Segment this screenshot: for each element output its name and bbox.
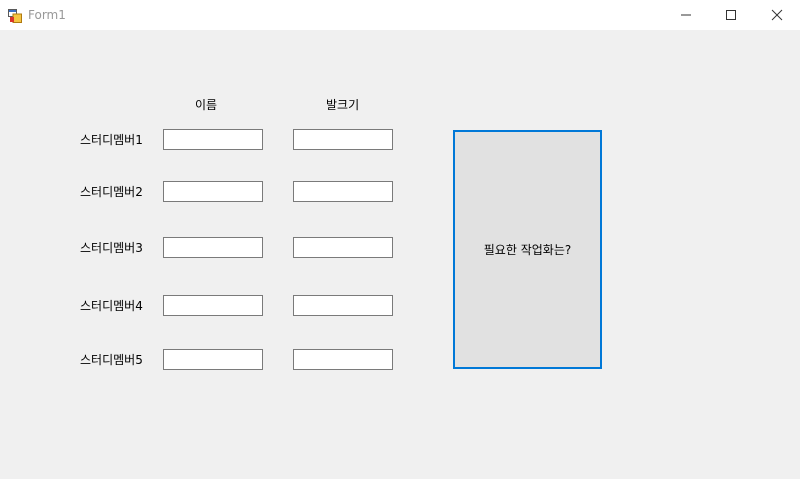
member-3-shoe-size-input[interactable] (293, 237, 393, 258)
close-button[interactable] (754, 0, 800, 30)
member-label-3: 스터디멤버3 (80, 241, 143, 255)
member-4-shoe-size-input[interactable] (293, 295, 393, 316)
member-5-name-input[interactable] (163, 349, 263, 370)
maximize-button[interactable] (708, 0, 754, 30)
member-3-name-input[interactable] (163, 237, 263, 258)
find-work-shoes-button-label: 필요한 작업화는? (483, 243, 572, 257)
maximize-icon (726, 10, 736, 20)
member-1-name-input[interactable] (163, 129, 263, 150)
member-2-shoe-size-input[interactable] (293, 181, 393, 202)
member-label-1: 스터디멤버1 (80, 133, 143, 147)
member-2-name-input[interactable] (163, 181, 263, 202)
member-5-shoe-size-input[interactable] (293, 349, 393, 370)
shoe-size-column-header: 발크기 (326, 98, 360, 112)
minimize-button[interactable] (663, 0, 709, 30)
member-4-name-input[interactable] (163, 295, 263, 316)
member-1-shoe-size-input[interactable] (293, 129, 393, 150)
member-label-4: 스터디멤버4 (80, 299, 143, 313)
window-title: Form1 (28, 8, 66, 22)
title-bar[interactable]: Form1 (0, 0, 800, 30)
member-label-2: 스터디멤버2 (80, 185, 143, 199)
name-column-header: 이름 (195, 98, 218, 112)
find-work-shoes-button[interactable]: 필요한 작업화는? (453, 130, 602, 369)
member-label-5: 스터디멤버5 (80, 353, 143, 367)
winforms-app-icon (8, 8, 22, 23)
form-window: Form1 이름 발크기 스터디멤버1 스터디멤버2 스터디멤버3 스터디멤버4… (0, 0, 800, 479)
close-icon (771, 9, 783, 21)
minimize-icon (681, 14, 691, 16)
